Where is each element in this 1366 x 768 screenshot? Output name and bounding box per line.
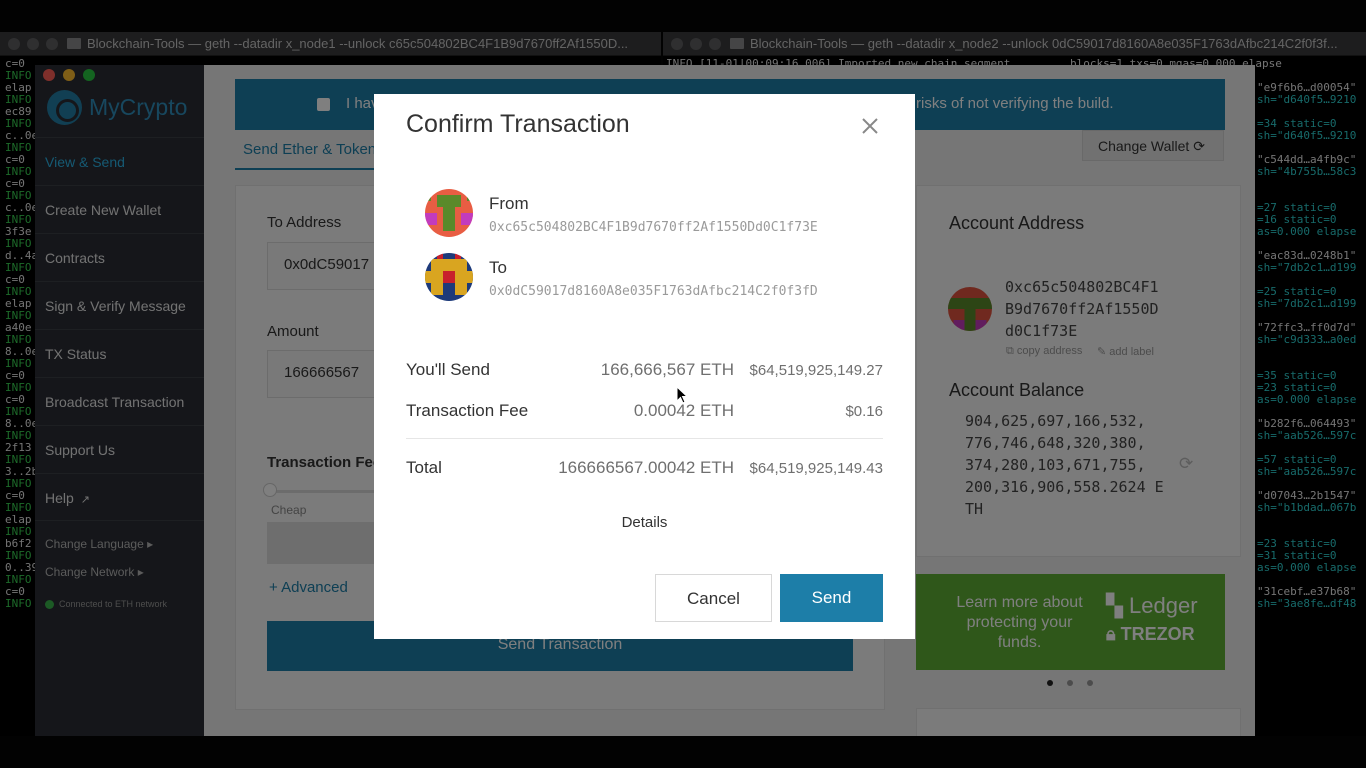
close-icon[interactable] (858, 114, 882, 138)
cancel-button[interactable]: Cancel (655, 574, 772, 622)
total-eth-amount: 166666567.00042 ETH (558, 458, 734, 477)
from-label: From (489, 194, 529, 213)
from-identicon (425, 189, 473, 237)
mouse-cursor-icon (676, 386, 688, 404)
divider (406, 438, 883, 439)
fee-eth-amount: 0.00042 ETH (633, 401, 734, 420)
total-row-label: Total (406, 458, 442, 477)
details-toggle[interactable]: Details (374, 514, 915, 531)
fee-row-label: Transaction Fee (406, 401, 529, 420)
send-row-label: You'll Send (406, 360, 490, 379)
total-usd-amount: $64,519,925,149.43 (749, 460, 883, 477)
modal-title: Confirm Transaction (406, 110, 630, 138)
to-label: To (489, 258, 507, 277)
confirm-transaction-modal: Confirm Transaction From 0xc65c504802BC4… (374, 94, 915, 639)
send-eth-amount: 166,666,567 ETH (600, 360, 734, 379)
fee-usd-amount: $0.16 (845, 403, 883, 420)
from-address: 0xc65c504802BC4F1B9d7670ff2Af1550Dd0C1f7… (489, 220, 818, 235)
to-identicon (425, 253, 473, 301)
send-button[interactable]: Send (780, 574, 883, 622)
send-usd-amount: $64,519,925,149.27 (749, 362, 883, 379)
to-address: 0x0dC59017d8160A8e035F1763dAfbc214C2f0f3… (489, 284, 818, 299)
